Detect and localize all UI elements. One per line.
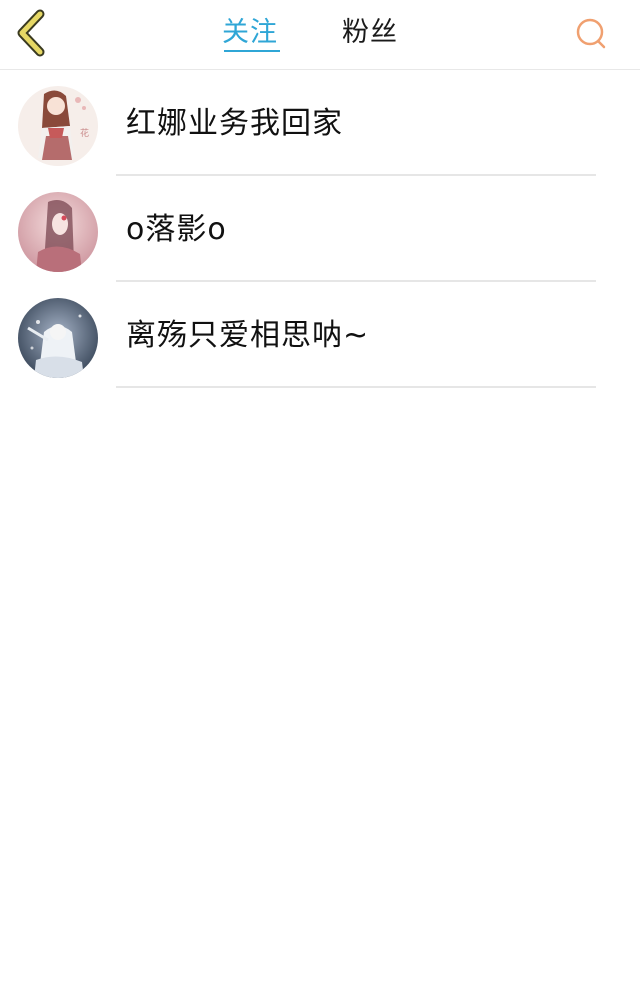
top-bar: 关注 粉丝 xyxy=(0,0,640,70)
row-divider xyxy=(116,386,596,388)
list-item[interactable]: 花 红娜业务我回家 xyxy=(0,70,640,176)
tab-fans[interactable]: 粉丝 xyxy=(342,14,398,54)
active-tab-indicator xyxy=(224,50,280,52)
list-item[interactable]: 离殇只爱相思呐~ xyxy=(0,282,640,388)
chevron-left-icon xyxy=(17,9,45,57)
back-button[interactable] xyxy=(10,8,58,58)
user-name: 红娜业务我回家 xyxy=(126,106,343,141)
list-item[interactable]: o落影o xyxy=(0,176,640,282)
user-name: 离殇只爱相思呐~ xyxy=(126,318,370,353)
following-list: 花 红娜业务我回家 o落影o 离殇只爱相思呐~ xyxy=(0,70,640,388)
svg-text:花: 花 xyxy=(80,127,89,139)
search-button[interactable] xyxy=(568,10,614,56)
avatar[interactable] xyxy=(18,192,98,272)
user-name: o落影o xyxy=(126,212,227,247)
avatar[interactable] xyxy=(18,298,98,378)
tab-following[interactable]: 关注 xyxy=(222,14,278,54)
avatar[interactable]: 花 xyxy=(18,86,98,166)
search-icon xyxy=(576,18,606,49)
